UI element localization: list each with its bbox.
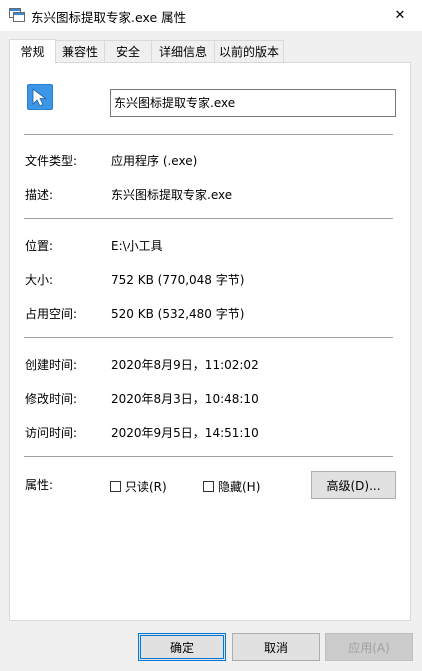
file-type-value: 应用程序 (.exe) xyxy=(111,154,198,168)
size-on-disk-label: 占用空间: xyxy=(25,307,78,321)
attributes-label: 属性: xyxy=(25,478,54,492)
tab-security[interactable]: 安全 xyxy=(104,40,152,62)
readonly-checkbox[interactable]: 只读(R) xyxy=(110,478,167,495)
created-value: 2020年8月9日，11:02:02 xyxy=(111,358,259,372)
separator xyxy=(24,134,393,135)
separator xyxy=(24,456,393,457)
window-title: 东兴图标提取专家.exe 属性 xyxy=(31,10,187,25)
modified-label: 修改时间: xyxy=(25,392,78,406)
tab-details[interactable]: 详细信息 xyxy=(151,40,215,62)
accessed-label: 访问时间: xyxy=(25,426,78,440)
file-properties-icon xyxy=(9,8,25,22)
description-value: 东兴图标提取专家.exe xyxy=(111,188,233,202)
modified-value: 2020年8月3日，10:48:10 xyxy=(111,392,259,406)
description-label: 描述: xyxy=(25,188,54,202)
file-type-label: 文件类型: xyxy=(25,154,78,168)
hidden-label: 隐藏(H) xyxy=(218,480,261,494)
advanced-button[interactable]: 高级(D)... xyxy=(311,471,396,499)
size-value: 752 KB (770,048 字节) xyxy=(111,273,245,287)
tab-general[interactable]: 常规 xyxy=(9,39,56,63)
close-icon: ✕ xyxy=(394,8,406,23)
title-bar: 东兴图标提取专家.exe 属性 ✕ xyxy=(0,0,422,31)
created-label: 创建时间: xyxy=(25,358,78,372)
general-panel xyxy=(9,62,411,621)
separator xyxy=(24,218,393,219)
hidden-checkbox[interactable]: 隐藏(H) xyxy=(203,478,260,495)
close-button[interactable]: ✕ xyxy=(378,0,422,31)
checkbox-unchecked-icon xyxy=(110,481,121,492)
tab-previous-versions[interactable]: 以前的版本 xyxy=(214,40,284,62)
readonly-label: 只读(R) xyxy=(125,480,167,494)
location-label: 位置: xyxy=(25,239,54,253)
application-icon xyxy=(27,84,53,110)
tab-strip: 常规 兼容性 安全 详细信息 以前的版本 xyxy=(9,39,284,63)
apply-button[interactable]: 应用(A) xyxy=(325,633,413,661)
tab-compatibility[interactable]: 兼容性 xyxy=(55,40,105,62)
checkbox-unchecked-icon xyxy=(203,481,214,492)
location-value: E:\小工具 xyxy=(111,239,163,253)
size-on-disk-value: 520 KB (532,480 字节) xyxy=(111,307,245,321)
size-label: 大小: xyxy=(25,273,54,287)
accessed-value: 2020年9月5日，14:51:10 xyxy=(111,426,259,440)
cancel-button[interactable]: 取消 xyxy=(232,633,320,661)
file-name-input[interactable]: 东兴图标提取专家.exe xyxy=(110,89,396,117)
ok-button[interactable]: 确定 xyxy=(138,633,226,661)
separator xyxy=(24,337,393,338)
